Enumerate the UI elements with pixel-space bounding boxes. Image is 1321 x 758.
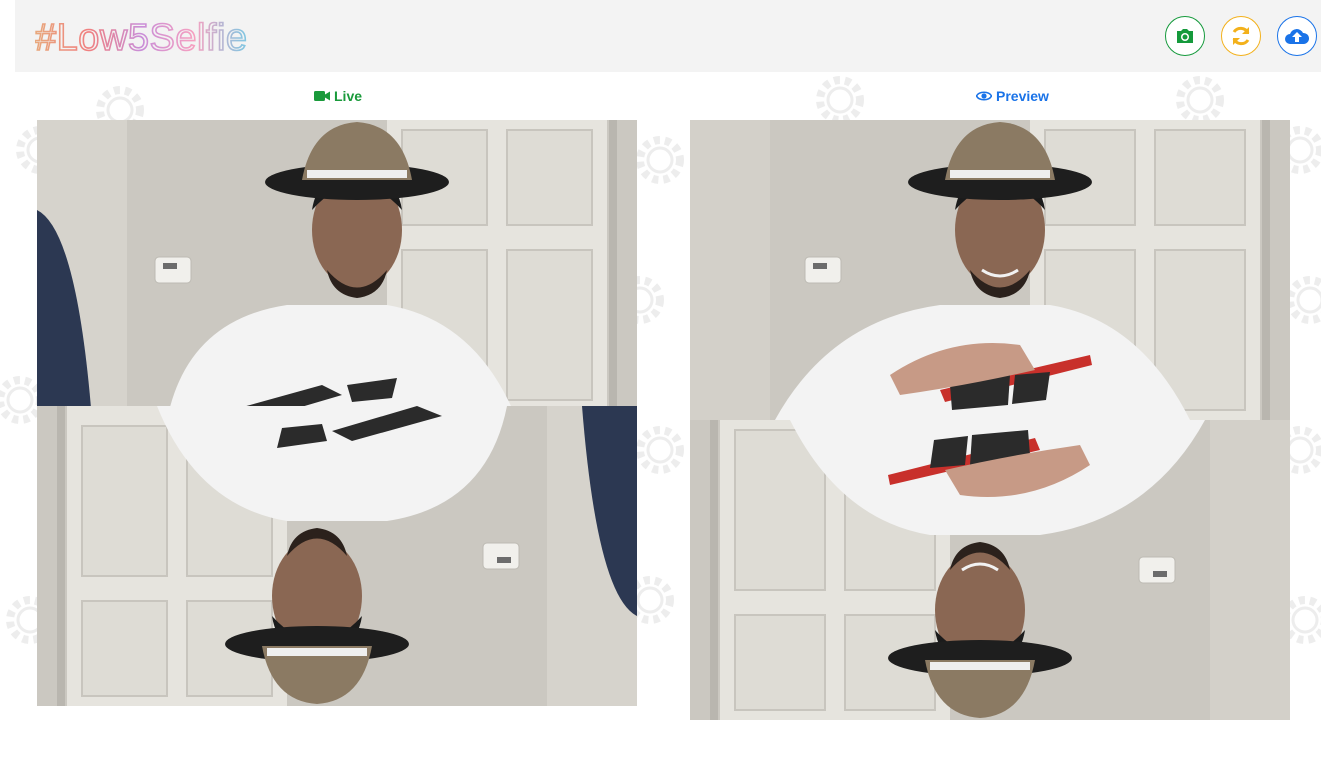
live-label-text: Live bbox=[334, 88, 363, 104]
cloud-upload-icon bbox=[1285, 29, 1310, 44]
app-logo: #Low5Selfie bbox=[35, 12, 275, 60]
svg-text:#Low5Selfie: #Low5Selfie bbox=[35, 17, 248, 59]
app-header: #Low5Selfie bbox=[15, 0, 1321, 72]
live-video-lower-mirrored bbox=[37, 406, 637, 706]
refresh-button[interactable] bbox=[1221, 16, 1261, 56]
preview-label: Preview bbox=[976, 86, 1049, 106]
capture-button[interactable] bbox=[1165, 16, 1205, 56]
upload-button[interactable] bbox=[1277, 16, 1317, 56]
preview-image-lower-mirrored bbox=[690, 420, 1290, 720]
video-camera-icon bbox=[314, 91, 330, 101]
eye-icon bbox=[976, 91, 992, 101]
preview-image-upper bbox=[690, 120, 1290, 420]
camera-icon bbox=[1177, 29, 1193, 43]
preview-image-frame bbox=[690, 120, 1290, 720]
live-label: Live bbox=[314, 86, 362, 106]
preview-label-text: Preview bbox=[996, 88, 1049, 104]
live-video-frame bbox=[37, 120, 637, 706]
refresh-icon bbox=[1232, 26, 1250, 46]
live-video-upper bbox=[37, 120, 637, 406]
